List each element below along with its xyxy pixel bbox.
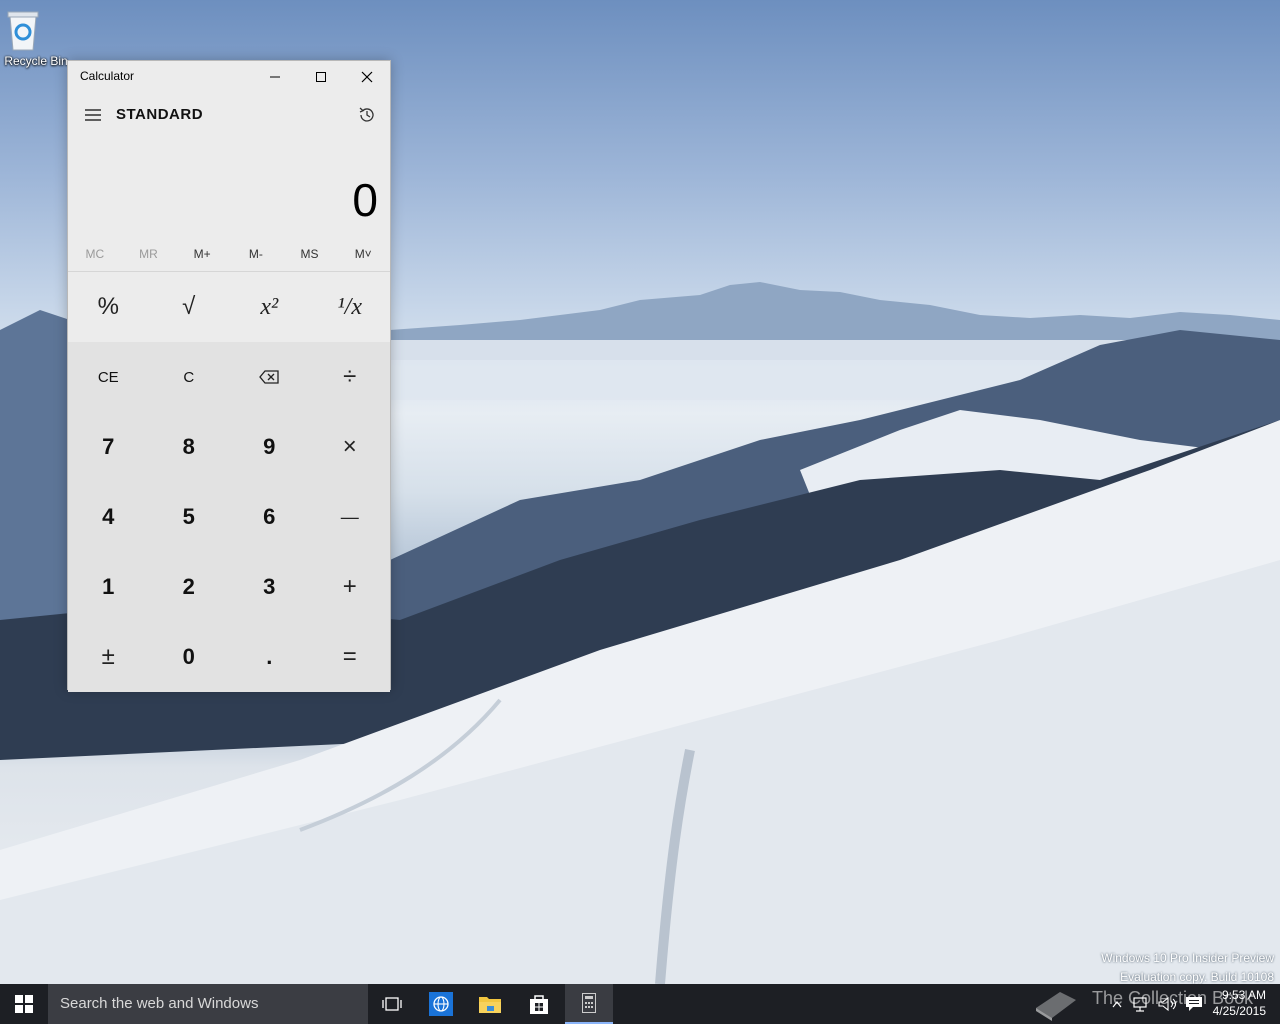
history-button[interactable] [356,104,378,126]
plus-button[interactable]: + [310,552,391,622]
taskbar-store-button[interactable] [515,984,563,1024]
divide-button[interactable]: ÷ [310,342,391,412]
show-hidden-icons-button[interactable] [1108,984,1126,1024]
globe-icon [429,992,453,1016]
negate-button[interactable]: ± [68,622,149,692]
clock-time: 9:53 AM [1221,988,1266,1002]
hamburger-icon [85,109,101,121]
taskbar-file-explorer-button[interactable] [466,984,514,1024]
start-button[interactable] [0,984,48,1024]
menu-button[interactable] [82,105,104,125]
digit-1-button[interactable]: 1 [68,552,149,622]
chevron-up-icon [1112,1001,1122,1008]
keypad: CE C ÷ 7 8 9 × 4 5 6 — 1 2 3 + ± 0 . = [68,342,390,692]
digit-3-button[interactable]: 3 [229,552,310,622]
memory-clear-button[interactable]: MC [68,237,122,271]
backspace-button[interactable] [229,342,310,412]
result-display: 0 [68,137,390,237]
store-bag-icon [530,995,548,1014]
task-view-icon [382,997,402,1011]
backspace-icon [259,370,279,384]
square-root-button[interactable]: √ [149,272,230,342]
taskbar: Search the web and Windows The Collectio… [0,984,1280,1024]
calculator-icon [582,993,596,1013]
clock-date: 4/25/2015 [1212,1004,1266,1018]
digit-2-button[interactable]: 2 [149,552,230,622]
notification-icon [1186,997,1202,1011]
keypad-row: 1 2 3 + [68,552,390,622]
folder-icon [479,997,501,1013]
network-button[interactable] [1130,984,1154,1024]
minimize-button[interactable] [252,61,298,93]
keypad-row: ± 0 . = [68,622,390,692]
digit-6-button[interactable]: 6 [229,482,310,552]
watermark-build: Evaluation copy. Build 10108 [1120,970,1274,984]
mode-bar: STANDARD [68,93,390,137]
taskbar-browser-button[interactable] [417,984,465,1024]
memory-store-button[interactable]: MS [283,237,337,271]
display-value: 0 [352,174,378,226]
clear-button[interactable]: C [149,342,230,412]
network-icon [1133,997,1147,1012]
reciprocal-button[interactable]: ¹/x [310,272,391,342]
mode-title: STANDARD [116,106,204,123]
speaker-icon [1158,996,1177,1012]
function-row: % √ x² ¹/x [68,272,390,342]
memory-subtract-button[interactable]: M- [229,237,283,271]
search-box[interactable]: Search the web and Windows [48,984,368,1024]
close-icon [361,71,373,83]
digit-5-button[interactable]: 5 [149,482,230,552]
minus-button[interactable]: — [310,482,391,552]
recycle-bin-label: Recycle Bin [4,54,68,68]
history-icon [359,107,374,122]
action-center-button[interactable] [1182,984,1206,1024]
digit-8-button[interactable]: 8 [149,412,230,482]
digit-9-button[interactable]: 9 [229,412,310,482]
equals-button[interactable]: = [310,622,391,692]
multiply-button[interactable]: × [310,412,391,482]
windows-logo-icon [15,995,33,1013]
volume-button[interactable] [1156,984,1180,1024]
keypad-row: 7 8 9 × [68,412,390,482]
window-title: Calculator [80,69,135,83]
calculator-window: Calculator STANDARD 0 MC MR M+ M- MS M˅ … [67,60,391,692]
digit-7-button[interactable]: 7 [68,412,149,482]
close-button[interactable] [344,61,390,93]
maximize-button[interactable] [298,61,344,93]
memory-recall-button[interactable]: MR [122,237,176,271]
digit-4-button[interactable]: 4 [68,482,149,552]
taskbar-calculator-button[interactable] [565,984,613,1024]
digit-0-button[interactable]: 0 [149,622,230,692]
brand-book-icon [1030,984,1080,1024]
memory-bar: MC MR M+ M- MS M˅ [68,237,390,272]
clear-entry-button[interactable]: CE [68,342,149,412]
memory-add-button[interactable]: M+ [175,237,229,271]
maximize-icon [316,72,326,82]
square-button[interactable]: x² [229,272,310,342]
recycle-bin-icon [7,8,55,52]
watermark-edition: Windows 10 Pro Insider Preview [1101,951,1274,965]
title-bar[interactable]: Calculator [68,61,390,93]
decimal-button[interactable]: . [229,622,310,692]
keypad-row: CE C ÷ [68,342,390,412]
task-view-button[interactable] [368,984,416,1024]
keypad-row: 4 5 6 — [68,482,390,552]
system-clock[interactable]: 9:53 AM 4/25/2015 [1213,987,1266,1019]
recycle-bin[interactable]: Recycle Bin [4,8,68,68]
percent-button[interactable]: % [68,272,149,342]
memory-list-button[interactable]: M˅ [336,237,390,271]
minimize-icon [270,76,280,78]
